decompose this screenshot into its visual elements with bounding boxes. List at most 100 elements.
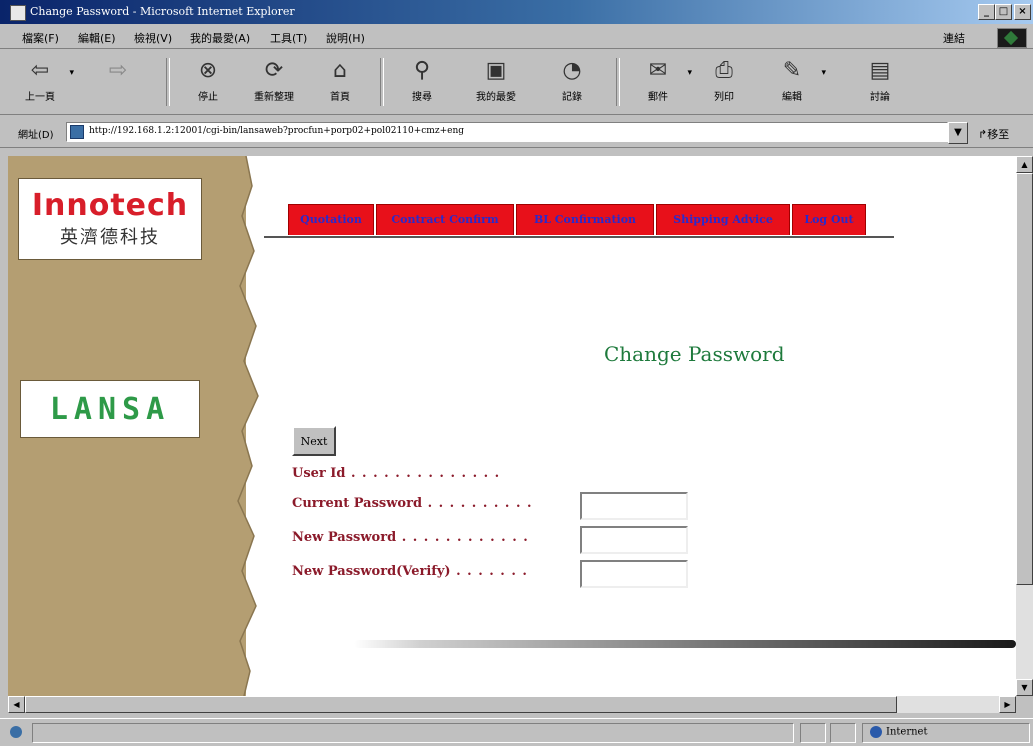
verify-password-row: New Password(Verify) . . . . . . . xyxy=(292,564,528,579)
search-icon: ⚲ xyxy=(413,58,431,83)
refresh-button[interactable]: ⟳ 重新整理 xyxy=(248,56,300,108)
print-button[interactable]: ⎙ 列印 xyxy=(698,56,750,108)
menu-help[interactable]: 說明(H) xyxy=(326,30,365,46)
user-id-row: User Id . . . . . . . . . . . . . . xyxy=(292,466,500,481)
mail-button[interactable]: ✉ 郵件 ▾ xyxy=(632,56,692,108)
mail-label: 郵件 xyxy=(648,92,668,103)
search-button[interactable]: ⚲ 搜尋 xyxy=(396,56,448,108)
new-password-dots: . . . . . . . . . . . . xyxy=(396,530,529,545)
new-password-input[interactable] xyxy=(580,526,688,554)
browser-window: Change Password - Microsoft Internet Exp… xyxy=(0,0,1033,745)
print-label: 列印 xyxy=(714,92,734,103)
tab-contract-confirm[interactable]: Contract Confirm xyxy=(376,204,514,235)
refresh-label: 重新整理 xyxy=(254,92,294,103)
next-button[interactable]: Next xyxy=(292,426,336,456)
decorative-rule xyxy=(354,640,1016,648)
menu-bar: 檔案(F) 編輯(E) 檢視(V) 我的最愛(A) 工具(T) 說明(H) 連結 xyxy=(0,26,1033,49)
address-url[interactable]: http://192.168.1.2:12001/cgi-bin/lansawe… xyxy=(89,126,464,136)
security-zone: Internet xyxy=(870,726,927,738)
title-bar: Change Password - Microsoft Internet Exp… xyxy=(0,0,1033,24)
page-content: Innotech 英濟德科技 LANSA Quotation Contract … xyxy=(8,156,1016,696)
maximize-button[interactable]: □ xyxy=(995,4,1012,20)
verify-password-input[interactable] xyxy=(580,560,688,588)
tab-bl-confirmation[interactable]: BL Confirmation xyxy=(516,204,654,235)
page-status-icon xyxy=(10,726,22,738)
back-button[interactable]: ⇦ 上一頁 ▾ xyxy=(14,56,74,108)
history-icon: ◔ xyxy=(562,58,582,83)
address-label: 網址(D) xyxy=(18,130,54,141)
status-pane xyxy=(830,723,856,743)
current-password-row: Current Password . . . . . . . . . . xyxy=(292,496,533,511)
home-label: 首頁 xyxy=(330,92,350,103)
innotech-logo-text: Innotech xyxy=(31,188,189,223)
toolbar: ⇦ 上一頁 ▾ ⇨ ⊗ 停止 ⟳ 重新整理 ⌂ 首頁 ⚲ 搜尋 ▣ 我的最愛 ◔… xyxy=(0,50,1033,115)
favorites-label: 我的最愛 xyxy=(476,92,516,103)
edit-button[interactable]: ✎ 編輯 ▾ xyxy=(766,56,826,108)
innotech-logo: Innotech 英濟德科技 xyxy=(18,178,202,260)
lansa-logo: LANSA xyxy=(20,380,200,438)
new-password-label: New Password xyxy=(292,530,397,545)
mail-icon: ✉ xyxy=(648,58,668,83)
horizontal-scroll-thumb[interactable] xyxy=(25,696,897,713)
menu-tools[interactable]: 工具(T) xyxy=(270,30,307,46)
address-dropdown-icon[interactable]: ▼ xyxy=(948,122,968,144)
menu-file[interactable]: 檔案(F) xyxy=(22,30,59,46)
toolbar-separator xyxy=(166,58,170,106)
tab-quotation[interactable]: Quotation xyxy=(288,204,374,235)
scroll-down-icon[interactable]: ▼ xyxy=(1016,679,1033,696)
favorites-icon: ▣ xyxy=(485,58,507,83)
menu-favorites[interactable]: 我的最愛(A) xyxy=(190,30,250,46)
discuss-icon: ▤ xyxy=(869,58,891,83)
scroll-right-icon[interactable]: ▶ xyxy=(999,696,1016,713)
minimize-button[interactable]: _ xyxy=(978,4,995,20)
tab-shipping-advice[interactable]: Shipping Advice xyxy=(656,204,790,235)
history-label: 記錄 xyxy=(562,92,582,103)
links-button[interactable]: 連結 xyxy=(943,30,965,46)
ie-app-icon xyxy=(10,5,26,21)
user-id-dots: . . . . . . . . . . . . . . xyxy=(345,466,501,481)
menu-edit[interactable]: 編輯(E) xyxy=(78,30,116,46)
forward-button[interactable]: ⇨ xyxy=(92,56,144,108)
scroll-up-icon[interactable]: ▲ xyxy=(1016,156,1033,173)
back-dropdown-icon[interactable]: ▾ xyxy=(69,68,74,78)
favorites-button[interactable]: ▣ 我的最愛 xyxy=(470,56,522,108)
zone-label: Internet xyxy=(886,726,928,738)
horizontal-scrollbar[interactable]: ◀ ▶ xyxy=(8,696,1016,713)
go-arrow-icon: ↱ xyxy=(978,128,988,141)
verify-password-label: New Password(Verify) xyxy=(292,564,451,579)
torn-paper-edge xyxy=(228,156,259,696)
edit-dropdown-icon[interactable]: ▾ xyxy=(821,68,826,78)
page-title: Change Password xyxy=(604,342,785,366)
globe-icon xyxy=(870,726,882,738)
tab-log-out[interactable]: Log Out xyxy=(792,204,866,235)
discuss-button[interactable]: ▤ 討論 xyxy=(854,56,906,108)
vertical-scrollbar[interactable]: ▲ ▼ xyxy=(1016,156,1033,696)
stop-icon: ⊗ xyxy=(198,58,218,83)
print-icon: ⎙ xyxy=(715,58,733,83)
address-input[interactable]: http://192.168.1.2:12001/cgi-bin/lansawe… xyxy=(66,122,948,142)
go-label: 移至 xyxy=(987,128,1010,141)
lansa-logo-text: LANSA xyxy=(49,392,171,427)
stop-label: 停止 xyxy=(198,92,218,103)
toolbar-separator xyxy=(616,58,620,106)
home-button[interactable]: ⌂ 首頁 xyxy=(314,56,366,108)
search-label: 搜尋 xyxy=(412,92,432,103)
menu-view[interactable]: 檢視(V) xyxy=(134,30,172,46)
back-label: 上一頁 xyxy=(25,92,55,103)
go-button[interactable]: ↱移至 xyxy=(978,126,1009,142)
scroll-left-icon[interactable]: ◀ xyxy=(8,696,25,713)
toolbar-separator xyxy=(380,58,384,106)
windows-logo-icon xyxy=(997,28,1027,48)
refresh-icon: ⟳ xyxy=(264,58,284,83)
status-pane xyxy=(800,723,826,743)
close-button[interactable]: × xyxy=(1014,4,1031,20)
current-password-input[interactable] xyxy=(580,492,688,520)
back-arrow-icon: ⇦ xyxy=(30,58,50,83)
stop-button[interactable]: ⊗ 停止 xyxy=(182,56,234,108)
edit-label: 編輯 xyxy=(782,92,802,103)
new-password-row: New Password . . . . . . . . . . . . xyxy=(292,530,529,545)
history-button[interactable]: ◔ 記錄 xyxy=(546,56,598,108)
vertical-scroll-thumb[interactable] xyxy=(1016,173,1033,585)
page-icon xyxy=(70,125,84,139)
mail-dropdown-icon[interactable]: ▾ xyxy=(687,68,692,78)
